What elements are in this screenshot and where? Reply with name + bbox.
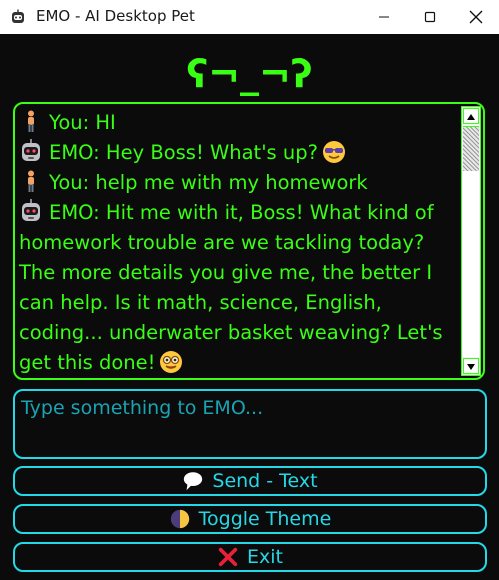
message-text: You: HI	[49, 111, 116, 134]
minimize-button[interactable]	[361, 0, 407, 34]
send-text-label: Send - Text	[212, 470, 318, 492]
nerd-emoji-icon	[160, 351, 183, 373]
chat-message-user: You: help me with my homework	[19, 168, 459, 198]
message-text: EMO: Hit me with it, Boss! What kind of …	[19, 201, 443, 374]
exit-label: Exit	[247, 546, 283, 568]
scroll-up-button[interactable]	[463, 108, 479, 124]
scroll-down-button[interactable]	[463, 358, 479, 374]
chat-message-user: You: HI	[19, 108, 459, 138]
half-moon-icon	[170, 509, 189, 529]
arrow-up-icon	[467, 114, 475, 120]
chat-message-emo: EMO: Hey Boss! What's up?	[19, 138, 459, 168]
robot-icon	[22, 139, 40, 161]
robot-app-icon	[12, 9, 24, 23]
pet-face: ʕ¬_¬ʔ	[186, 52, 313, 96]
arrow-down-icon	[467, 364, 475, 370]
toggle-theme-button[interactable]: Toggle Theme	[13, 504, 487, 534]
close-icon	[469, 10, 483, 24]
window-titlebar: EMO - AI Desktop Pet	[0, 0, 499, 34]
exit-button[interactable]: Exit	[13, 542, 487, 572]
person-icon	[28, 110, 34, 132]
input-placeholder: Type something to EMO...	[21, 397, 264, 419]
chat-log[interactable]: You: HI EMO: Hey Boss! What's up? You: h…	[13, 102, 485, 380]
maximize-button[interactable]	[407, 0, 453, 34]
person-icon	[28, 170, 34, 192]
scroll-track[interactable]	[463, 171, 479, 357]
chat-messages: You: HI EMO: Hey Boss! What's up? You: h…	[19, 108, 459, 378]
red-x-icon	[218, 547, 238, 567]
message-text: You: help me with my homework	[49, 171, 368, 194]
minimize-icon	[379, 16, 389, 18]
message-text: EMO: Hey Boss! What's up?	[49, 141, 319, 164]
app-body: ʕ¬_¬ʔ You: HI EMO: Hey Boss! What's up? …	[0, 34, 499, 580]
chat-scrollbar[interactable]	[461, 106, 481, 376]
chat-message-emo: EMO: Hit me with it, Boss! What kind of …	[19, 198, 459, 378]
scroll-thumb[interactable]	[463, 126, 479, 172]
maximize-icon	[424, 11, 436, 23]
message-input[interactable]: Type something to EMO...	[13, 389, 487, 459]
robot-icon	[22, 199, 40, 221]
close-window-button[interactable]	[453, 0, 499, 34]
toggle-theme-label: Toggle Theme	[198, 508, 332, 530]
speech-bubble-icon	[184, 472, 203, 491]
send-text-button[interactable]: Send - Text	[13, 466, 487, 496]
window-title: EMO - AI Desktop Pet	[36, 7, 195, 25]
sunglasses-emoji-icon	[323, 141, 346, 163]
